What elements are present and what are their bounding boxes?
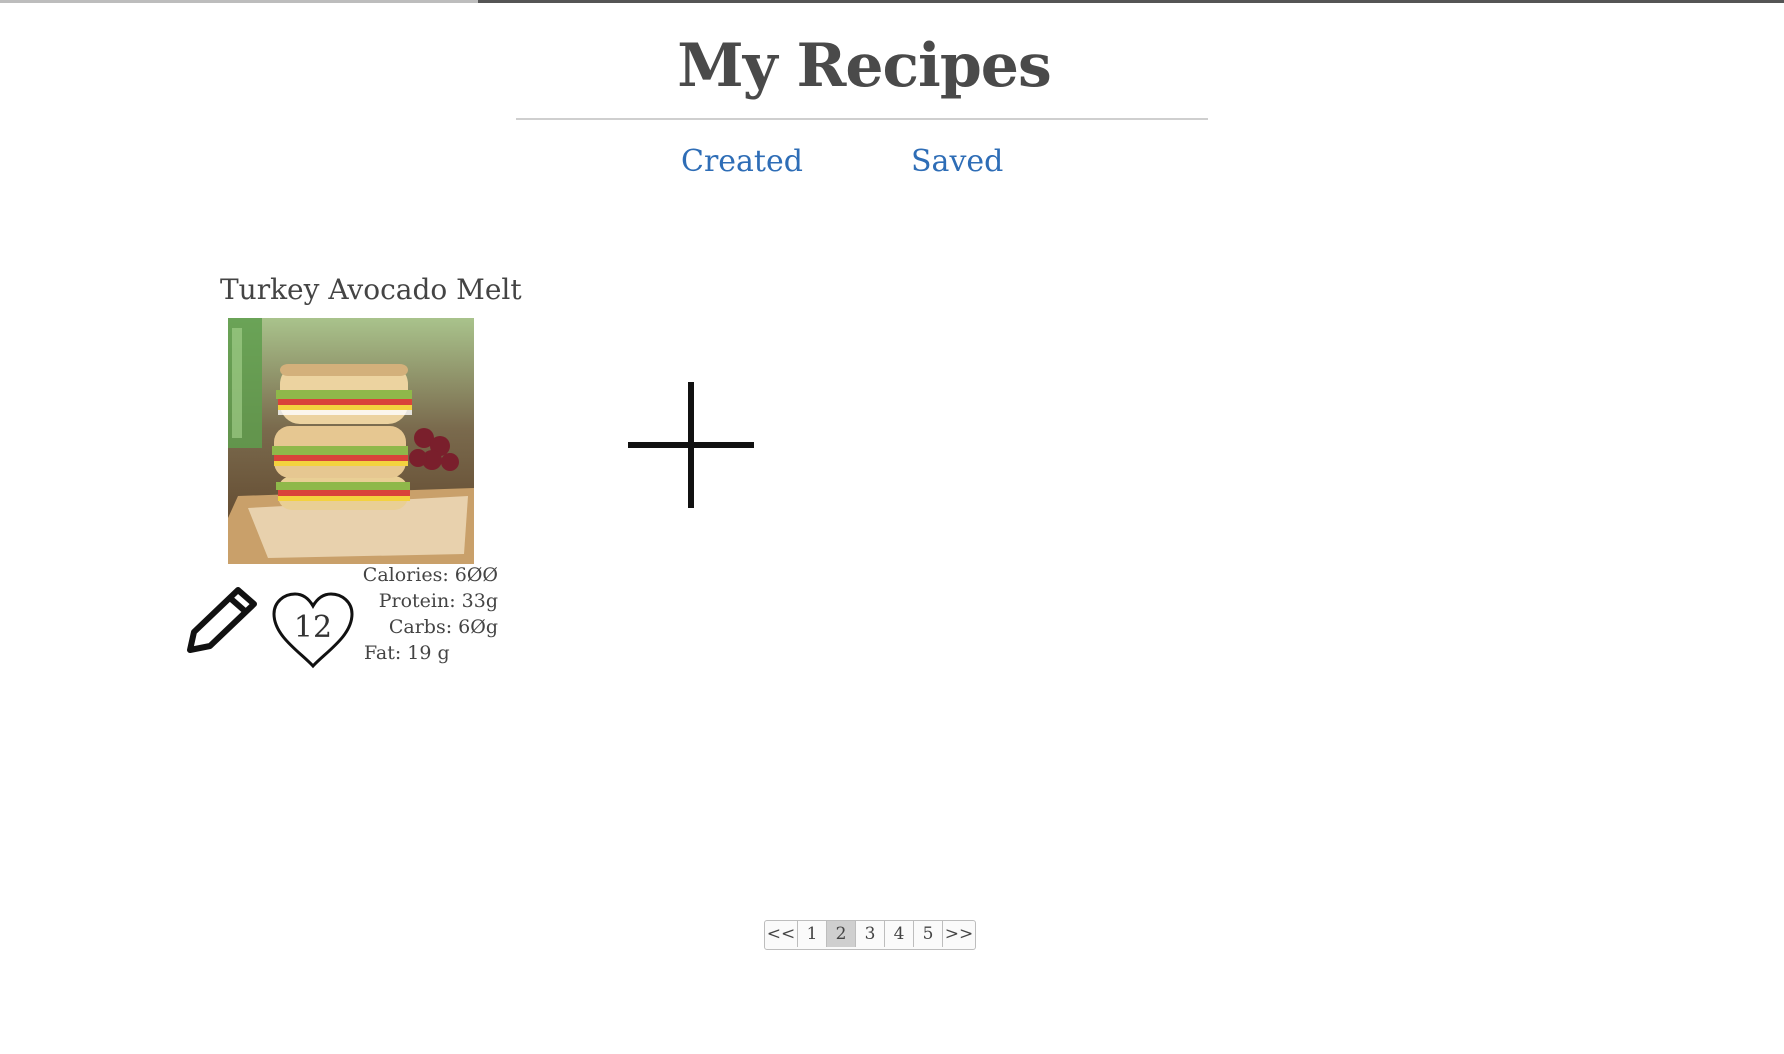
add-recipe-button[interactable] <box>626 380 756 510</box>
pagination-first[interactable]: << <box>765 921 798 947</box>
pagination-last[interactable]: >> <box>943 921 975 947</box>
nutrition-info: Calories: 6ØØ Protein: 33g Carbs: 6Øg Fa… <box>358 562 498 666</box>
pagination-page-5[interactable]: 5 <box>914 921 943 947</box>
sandwich-photo <box>228 318 474 564</box>
calories-label: Calories: 6ØØ <box>362 564 498 586</box>
pagination-page-4[interactable]: 4 <box>885 921 914 947</box>
plus-icon <box>628 382 754 508</box>
fat-label: Fat: 19 g <box>364 642 450 664</box>
pagination-page-1[interactable]: 1 <box>798 921 827 947</box>
like-count: 12 <box>293 610 333 645</box>
recipe-title[interactable]: Turkey Avocado Melt <box>220 268 522 312</box>
pagination-page-2[interactable]: 2 <box>827 921 856 947</box>
recipe-card: Turkey Avocado Melt 12 Calories: 6ØØ Pro… <box>186 268 522 669</box>
pagination: << 1 2 3 4 5 >> <box>764 920 976 950</box>
tab-saved[interactable]: Saved <box>911 142 1003 182</box>
protein-label: Protein: 33g <box>378 590 498 612</box>
recipe-image[interactable] <box>228 318 474 564</box>
top-border-dark <box>478 0 1784 3</box>
title-divider <box>516 118 1208 120</box>
carbs-label: Carbs: 6Øg <box>388 616 498 638</box>
pagination-page-3[interactable]: 3 <box>856 921 885 947</box>
tab-created[interactable]: Created <box>681 142 803 182</box>
edit-pencil-icon[interactable] <box>186 580 262 656</box>
page-title: My Recipes <box>677 31 1051 101</box>
